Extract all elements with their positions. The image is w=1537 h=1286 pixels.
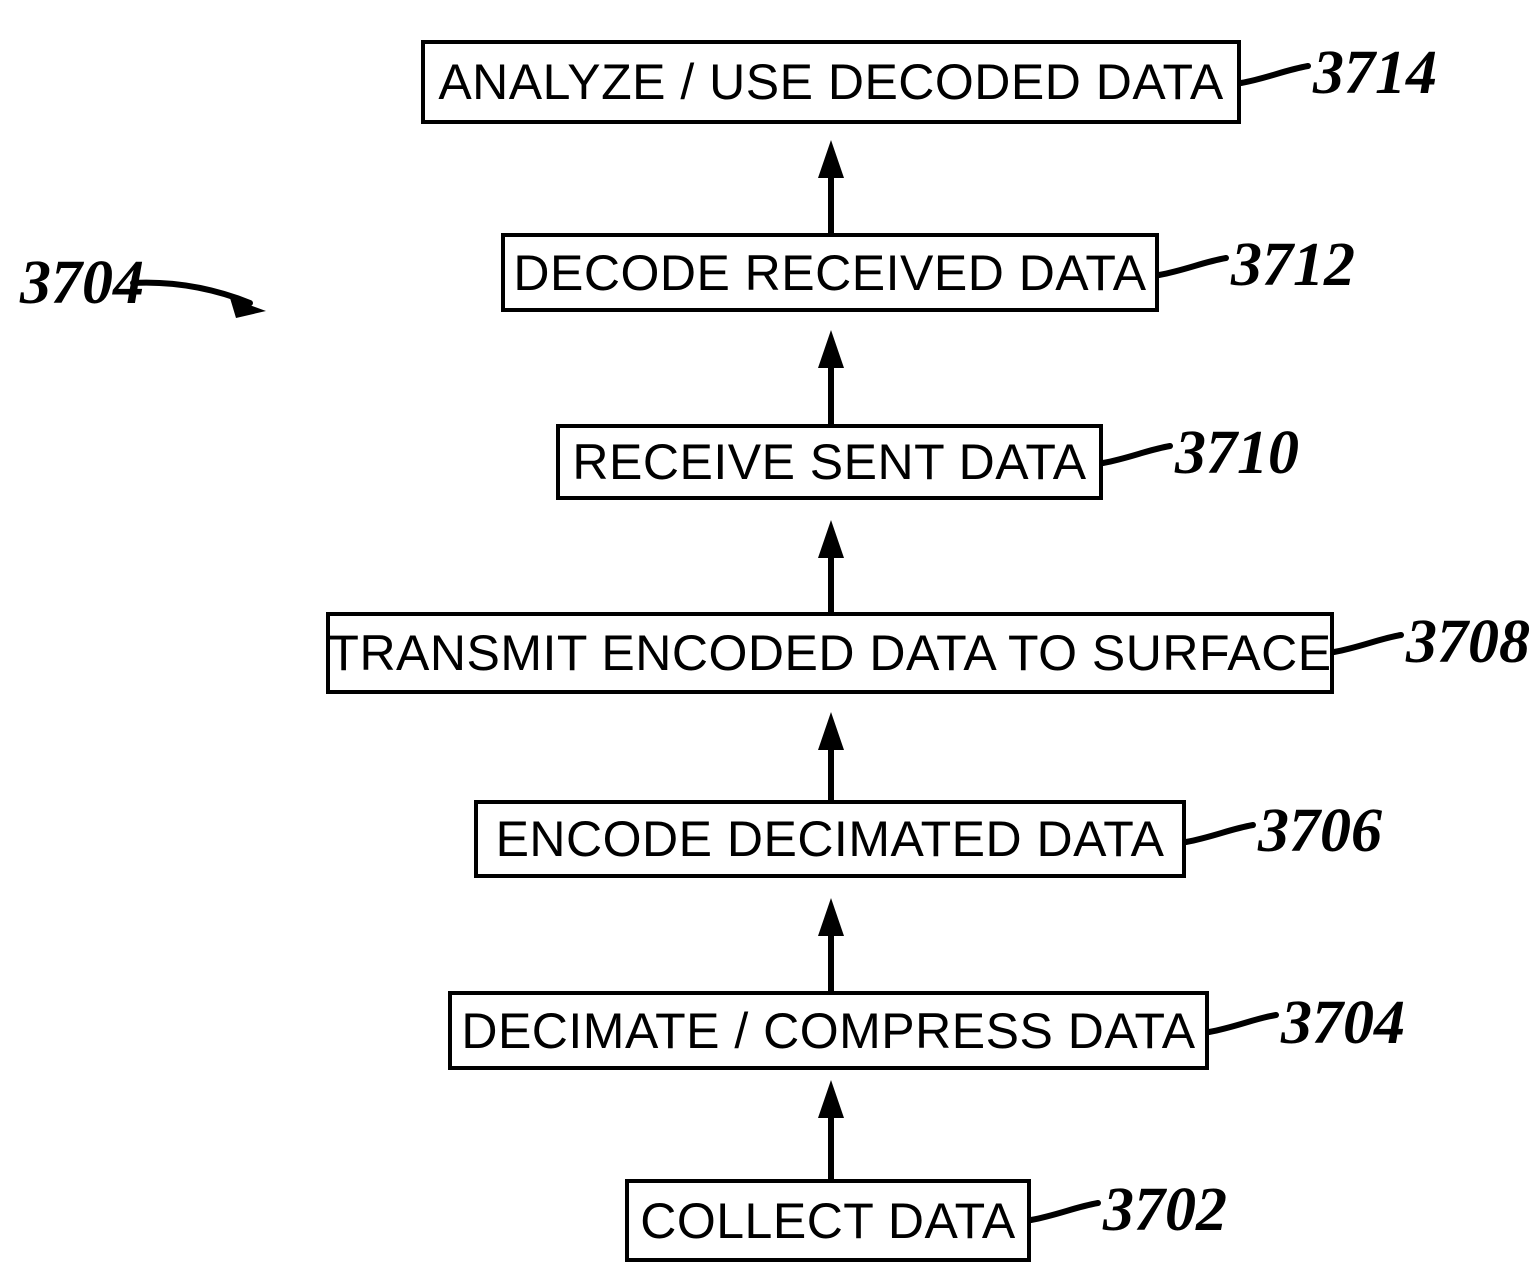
- leader-line-3704-box: [1206, 1012, 1279, 1035]
- flow-arrow-3704-to-3706: [818, 898, 844, 991]
- figure-ref-3704: 3704: [20, 249, 144, 317]
- step-label-analyze-use-decoded-data: ANALYZE / USE DECODED DATA: [438, 54, 1224, 110]
- step-box-receive-sent-data[interactable]: RECEIVE SENT DATA: [556, 424, 1103, 500]
- step-box-encode-decimated-data[interactable]: ENCODE DECIMATED DATA: [474, 800, 1186, 878]
- leader-line-3702: [1028, 1200, 1101, 1223]
- step-box-decimate-compress-data[interactable]: DECIMATE / COMPRESS DATA: [448, 991, 1209, 1070]
- leader-line-3712: [1156, 255, 1229, 278]
- step-label-collect-data: COLLECT DATA: [640, 1192, 1016, 1249]
- flow-arrow-3712-to-3714: [818, 140, 844, 233]
- ref-numeral-3714: 3714: [1313, 39, 1437, 107]
- step-label-decimate-compress-data: DECIMATE / COMPRESS DATA: [461, 1002, 1196, 1059]
- leader-line-3710: [1100, 443, 1173, 466]
- flow-arrow-3702-to-3704: [818, 1080, 844, 1179]
- patent-figure-canvas: 3704 ANALYZE / USE DECODED DATA 3714 DEC…: [0, 0, 1537, 1286]
- step-label-decode-received-data: DECODE RECEIVED DATA: [513, 244, 1147, 301]
- flow-arrow-3710-to-3712: [818, 330, 844, 424]
- ref-numeral-3712: 3712: [1231, 231, 1355, 299]
- ref-numeral-3706: 3706: [1258, 797, 1382, 865]
- step-label-encode-decimated-data: ENCODE DECIMATED DATA: [495, 811, 1165, 867]
- step-label-receive-sent-data: RECEIVE SENT DATA: [572, 434, 1087, 490]
- step-box-analyze-use-decoded-data[interactable]: ANALYZE / USE DECODED DATA: [421, 40, 1241, 124]
- ref-numeral-3708: 3708: [1406, 608, 1530, 676]
- step-box-decode-received-data[interactable]: DECODE RECEIVED DATA: [501, 233, 1159, 312]
- ref-numeral-3702: 3702: [1103, 1176, 1227, 1244]
- step-box-transmit-encoded-data-to-surface[interactable]: TRANSMIT ENCODED DATA TO SURFACE: [326, 612, 1334, 694]
- figure-pointer-arrow: [130, 279, 266, 318]
- leader-line-3706: [1183, 822, 1256, 845]
- step-label-transmit-encoded-data-to-surface: TRANSMIT ENCODED DATA TO SURFACE: [328, 625, 1332, 681]
- step-box-collect-data[interactable]: COLLECT DATA: [625, 1179, 1031, 1262]
- leader-line-3714: [1238, 63, 1311, 86]
- leader-line-3708: [1331, 632, 1404, 655]
- flow-arrow-3708-to-3710: [818, 520, 844, 612]
- ref-numeral-3710: 3710: [1175, 419, 1299, 487]
- flow-arrow-3706-to-3708: [818, 712, 844, 800]
- ref-numeral-3704-box: 3704: [1281, 989, 1405, 1057]
